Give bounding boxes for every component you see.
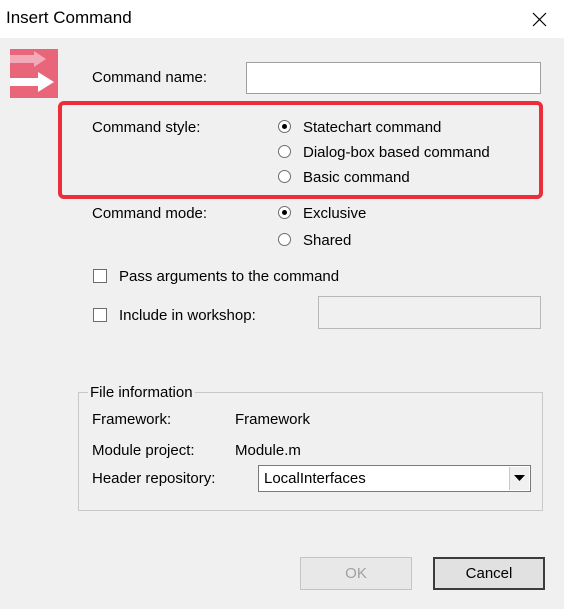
- window-title: Insert Command: [6, 8, 132, 27]
- title-bar: Insert Command: [0, 0, 564, 38]
- basic-command-radio[interactable]: [278, 170, 291, 183]
- basic-command-label[interactable]: Basic command: [303, 169, 410, 186]
- shared-radio[interactable]: [278, 233, 291, 246]
- chevron-down-icon[interactable]: [509, 467, 529, 490]
- include-workshop-checkbox[interactable]: [93, 308, 107, 322]
- file-information-legend: File information: [88, 384, 195, 401]
- exclusive-radio[interactable]: [278, 206, 291, 219]
- pass-arguments-checkbox[interactable]: [93, 269, 107, 283]
- framework-label: Framework:: [92, 411, 172, 428]
- dialog-box-command-label[interactable]: Dialog-box based command: [303, 144, 490, 161]
- header-repository-label: Header repository:: [92, 470, 216, 487]
- include-workshop-label[interactable]: Include in workshop:: [119, 307, 256, 324]
- cancel-button[interactable]: Cancel: [433, 557, 545, 590]
- pass-arguments-label[interactable]: Pass arguments to the command: [119, 268, 339, 285]
- close-icon[interactable]: [522, 6, 556, 32]
- module-project-value: Module.m: [235, 442, 301, 459]
- header-repository-value: LocalInterfaces: [264, 470, 366, 487]
- shared-label[interactable]: Shared: [303, 232, 351, 249]
- command-style-label: Command style:: [92, 119, 201, 136]
- command-mode-label: Command mode:: [92, 205, 208, 222]
- workshop-input: [318, 296, 541, 329]
- framework-value: Framework: [235, 411, 311, 428]
- insert-command-arrow-icon: [10, 49, 58, 98]
- ok-button[interactable]: OK: [300, 557, 412, 590]
- header-repository-select[interactable]: LocalInterfaces: [258, 465, 531, 492]
- dialog-box-command-radio[interactable]: [278, 145, 291, 158]
- module-project-label: Module project:: [92, 442, 195, 459]
- command-name-label: Command name:: [92, 69, 208, 86]
- statechart-command-label[interactable]: Statechart command: [303, 119, 441, 136]
- command-name-input[interactable]: [246, 62, 541, 94]
- exclusive-label[interactable]: Exclusive: [303, 205, 366, 222]
- statechart-command-radio[interactable]: [278, 120, 291, 133]
